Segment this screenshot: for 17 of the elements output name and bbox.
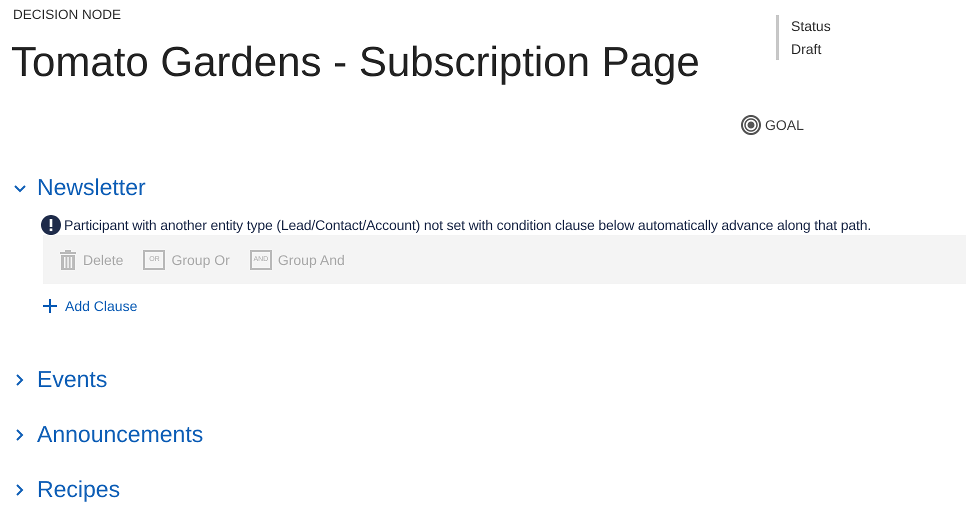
section-header[interactable]: Newsletter bbox=[0, 160, 966, 215]
target-icon bbox=[741, 115, 761, 135]
notice-text: Participant with another entity type (Lead/Contact/Account) not set with condition clause below automatically advance along that path. bbox=[64, 217, 872, 233]
plus-icon bbox=[43, 299, 57, 313]
chevron-icon bbox=[14, 484, 26, 496]
section-header[interactable]: Events bbox=[0, 352, 966, 407]
goal-label: GOAL bbox=[765, 117, 804, 133]
status-label: Status bbox=[791, 18, 831, 34]
chevron-icon bbox=[14, 374, 26, 386]
node-type-label: DECISION NODE bbox=[13, 7, 122, 22]
add-clause-button[interactable]: Add Clause bbox=[43, 298, 138, 314]
section-header[interactable]: Recipes bbox=[0, 462, 966, 517]
section-header[interactable]: Announcements bbox=[0, 407, 966, 462]
page-title: Tomato Gardens - Subscription Page bbox=[11, 38, 700, 86]
status-value: Draft bbox=[791, 41, 822, 57]
trash-icon bbox=[59, 250, 77, 270]
chevron-icon bbox=[14, 428, 26, 440]
